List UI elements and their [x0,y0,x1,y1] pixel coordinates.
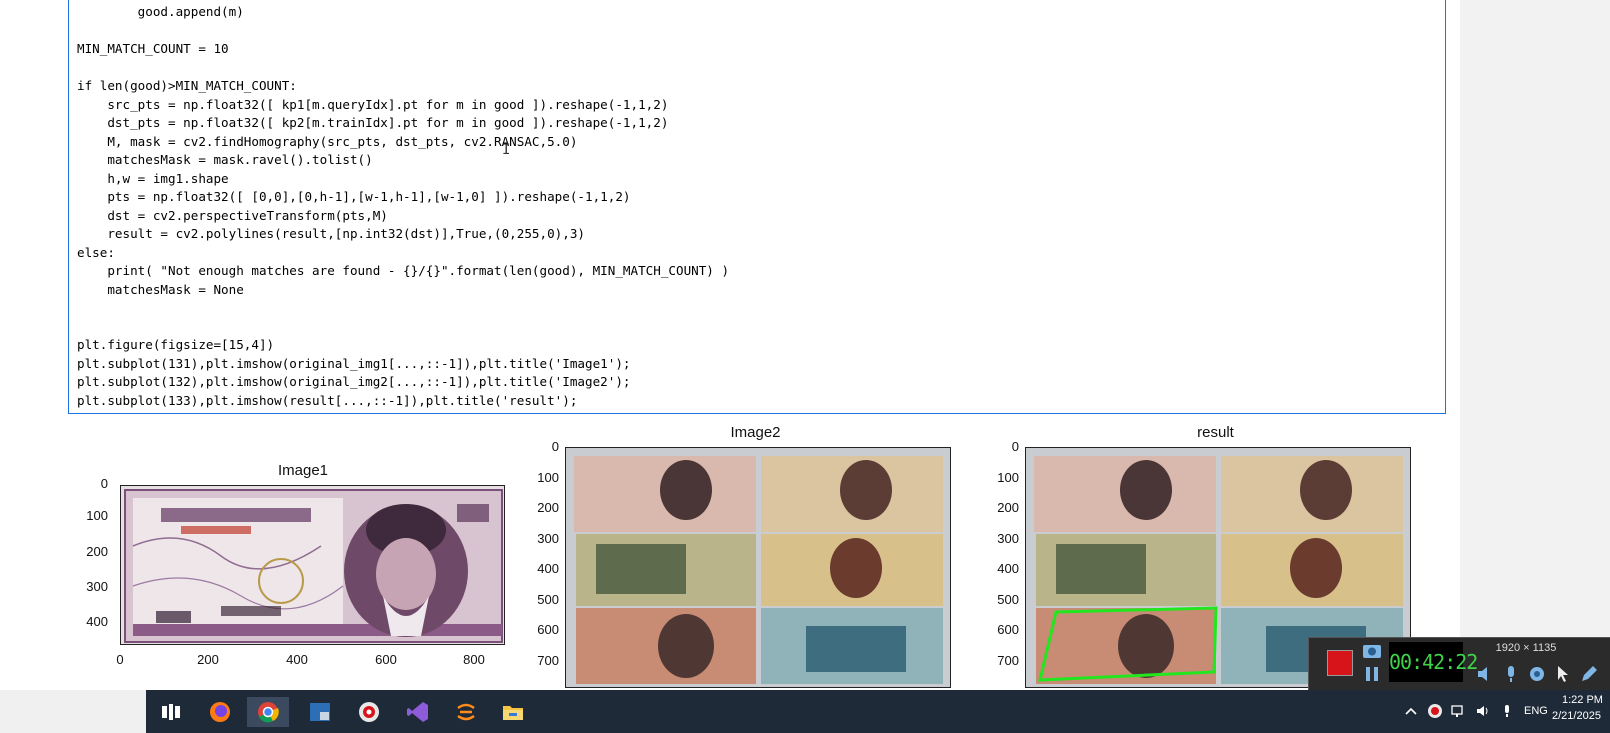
right-gutter [1460,0,1610,690]
clock-time[interactable]: 1:22 PM [1562,694,1603,706]
code-line: print( "Not enough matches are found - {… [77,263,730,278]
y-tick-label: 0 [100,476,108,491]
y-tick-label: 100 [537,470,559,485]
subplot-image2: Image2 0 100 200 300 400 500 600 700 [523,420,963,688]
camera-icon[interactable] [1361,640,1383,660]
code-line: if len(good)>MIN_MATCH_COUNT: [77,78,297,93]
y-tick-label: 700 [537,653,559,668]
x-tick-label: 200 [197,652,219,667]
text-cursor-icon: I [502,142,511,158]
y-tick-label: 200 [86,544,108,559]
y-tick-label: 0 [1011,439,1019,454]
x-tick-label: 0 [116,652,124,667]
y-tick-label: 200 [997,500,1019,515]
code-line: src_pts = np.float32([ kp1[m.queryIdx].p… [77,96,669,112]
image1-axes [120,485,505,645]
y-tick-label: 300 [997,531,1019,546]
y-tick-label: 600 [537,622,559,637]
taskbar: ENG 1:22 PM 2/21/2025 [0,690,1610,733]
visual-studio-icon[interactable] [401,697,435,727]
mic-tray-icon[interactable] [1499,703,1515,719]
subplot-title: Image2 [730,424,781,441]
code-cell[interactable]: good.append(m) MIN_MATCH_COUNT = 10 if l… [68,0,1446,414]
language-indicator[interactable]: ENG [1524,705,1548,717]
pause-icon[interactable] [1361,664,1383,684]
y-tick-label: 100 [997,470,1019,485]
banknote-100-image [121,486,504,644]
subplot-title: result [1197,424,1234,441]
code-line: result = cv2.polylines(result,[np.int32(… [77,226,585,241]
y-tick-label: 500 [997,592,1019,607]
code-line: plt.subplot(133),plt.imshow(result[...,:… [77,392,578,408]
recording-timer: 00:42:22 [1389,642,1478,682]
banknotes-collage-image [566,448,950,687]
code-line: dst_pts = np.float32([ kp2[m.trainIdx].p… [77,115,669,130]
webcam-icon[interactable] [1527,664,1547,684]
terminal-icon[interactable] [303,697,337,727]
file-explorer-icon[interactable] [496,697,530,727]
code-editor[interactable]: good.append(m) MIN_MATCH_COUNT = 10 if l… [77,3,729,410]
y-tick-label: 200 [537,500,559,515]
code-line: plt.subplot(131),plt.imshow(original_img… [77,355,631,371]
cursor-icon[interactable] [1553,664,1573,684]
y-tick-label: 300 [537,531,559,546]
code-line: MIN_MATCH_COUNT = 10 [77,41,229,56]
y-tick-label: 100 [86,508,108,523]
y-tick-label: 400 [86,614,108,629]
task-view-icon[interactable] [154,697,188,727]
code-line: good.append(m) [77,4,244,19]
speaker-icon[interactable] [1475,703,1491,719]
y-tick-label: 600 [997,622,1019,637]
network-icon[interactable] [1451,703,1467,719]
taskbar-search-area[interactable] [0,690,146,733]
microphone-icon[interactable] [1501,664,1521,684]
code-line: plt.subplot(132),plt.imshow(original_img… [77,374,631,389]
record-stop-button[interactable] [1327,650,1353,676]
y-tick-label: 300 [86,579,108,594]
y-tick-label: 500 [537,592,559,607]
image2-axes [565,447,951,688]
code-line: else: [77,244,115,260]
show-hidden-icons-chevron-icon[interactable] [1404,704,1418,718]
volume-icon[interactable] [1475,664,1495,684]
code-line: plt.figure(figsize=[15,4]) [77,337,275,352]
recording-resolution: 1920 × 1135 [1495,642,1557,654]
firefox-icon[interactable] [203,697,237,727]
obs-icon[interactable] [352,697,386,727]
clock-date[interactable]: 2/21/2025 [1552,710,1601,722]
code-line: matchesMask = None [77,281,244,297]
code-line: h,w = img1.shape [77,170,229,186]
code-line: dst = cv2.perspectiveTransform(pts,M) [77,207,388,223]
y-tick-label: 700 [997,653,1019,668]
x-tick-label: 600 [375,652,397,667]
subplot-image1: Image1 0 100 200 300 400 0 200 400 600 8… [68,460,508,688]
notebook-area: good.append(m) MIN_MATCH_COUNT = 10 if l… [0,0,1460,690]
pen-icon[interactable] [1579,664,1599,684]
y-tick-label: 400 [997,561,1019,576]
x-tick-label: 400 [286,652,308,667]
cell-output: Image1 0 100 200 300 400 0 200 400 600 8… [68,420,1444,688]
y-tick-label: 400 [537,561,559,576]
sublime-icon[interactable] [449,697,483,727]
y-tick-label: 0 [551,439,559,454]
chrome-icon[interactable] [247,697,289,727]
code-line: pts = np.float32([ [0,0],[0,h-1],[w-1,h-… [77,189,631,204]
x-tick-label: 800 [463,652,485,667]
screen-recorder-panel: 00:42:22 1920 × 1135 [1308,637,1610,691]
record-tray-icon[interactable] [1427,703,1443,719]
code-line: matchesMask = mask.ravel().tolist() [77,152,373,167]
subplot-title: Image1 [277,462,329,479]
